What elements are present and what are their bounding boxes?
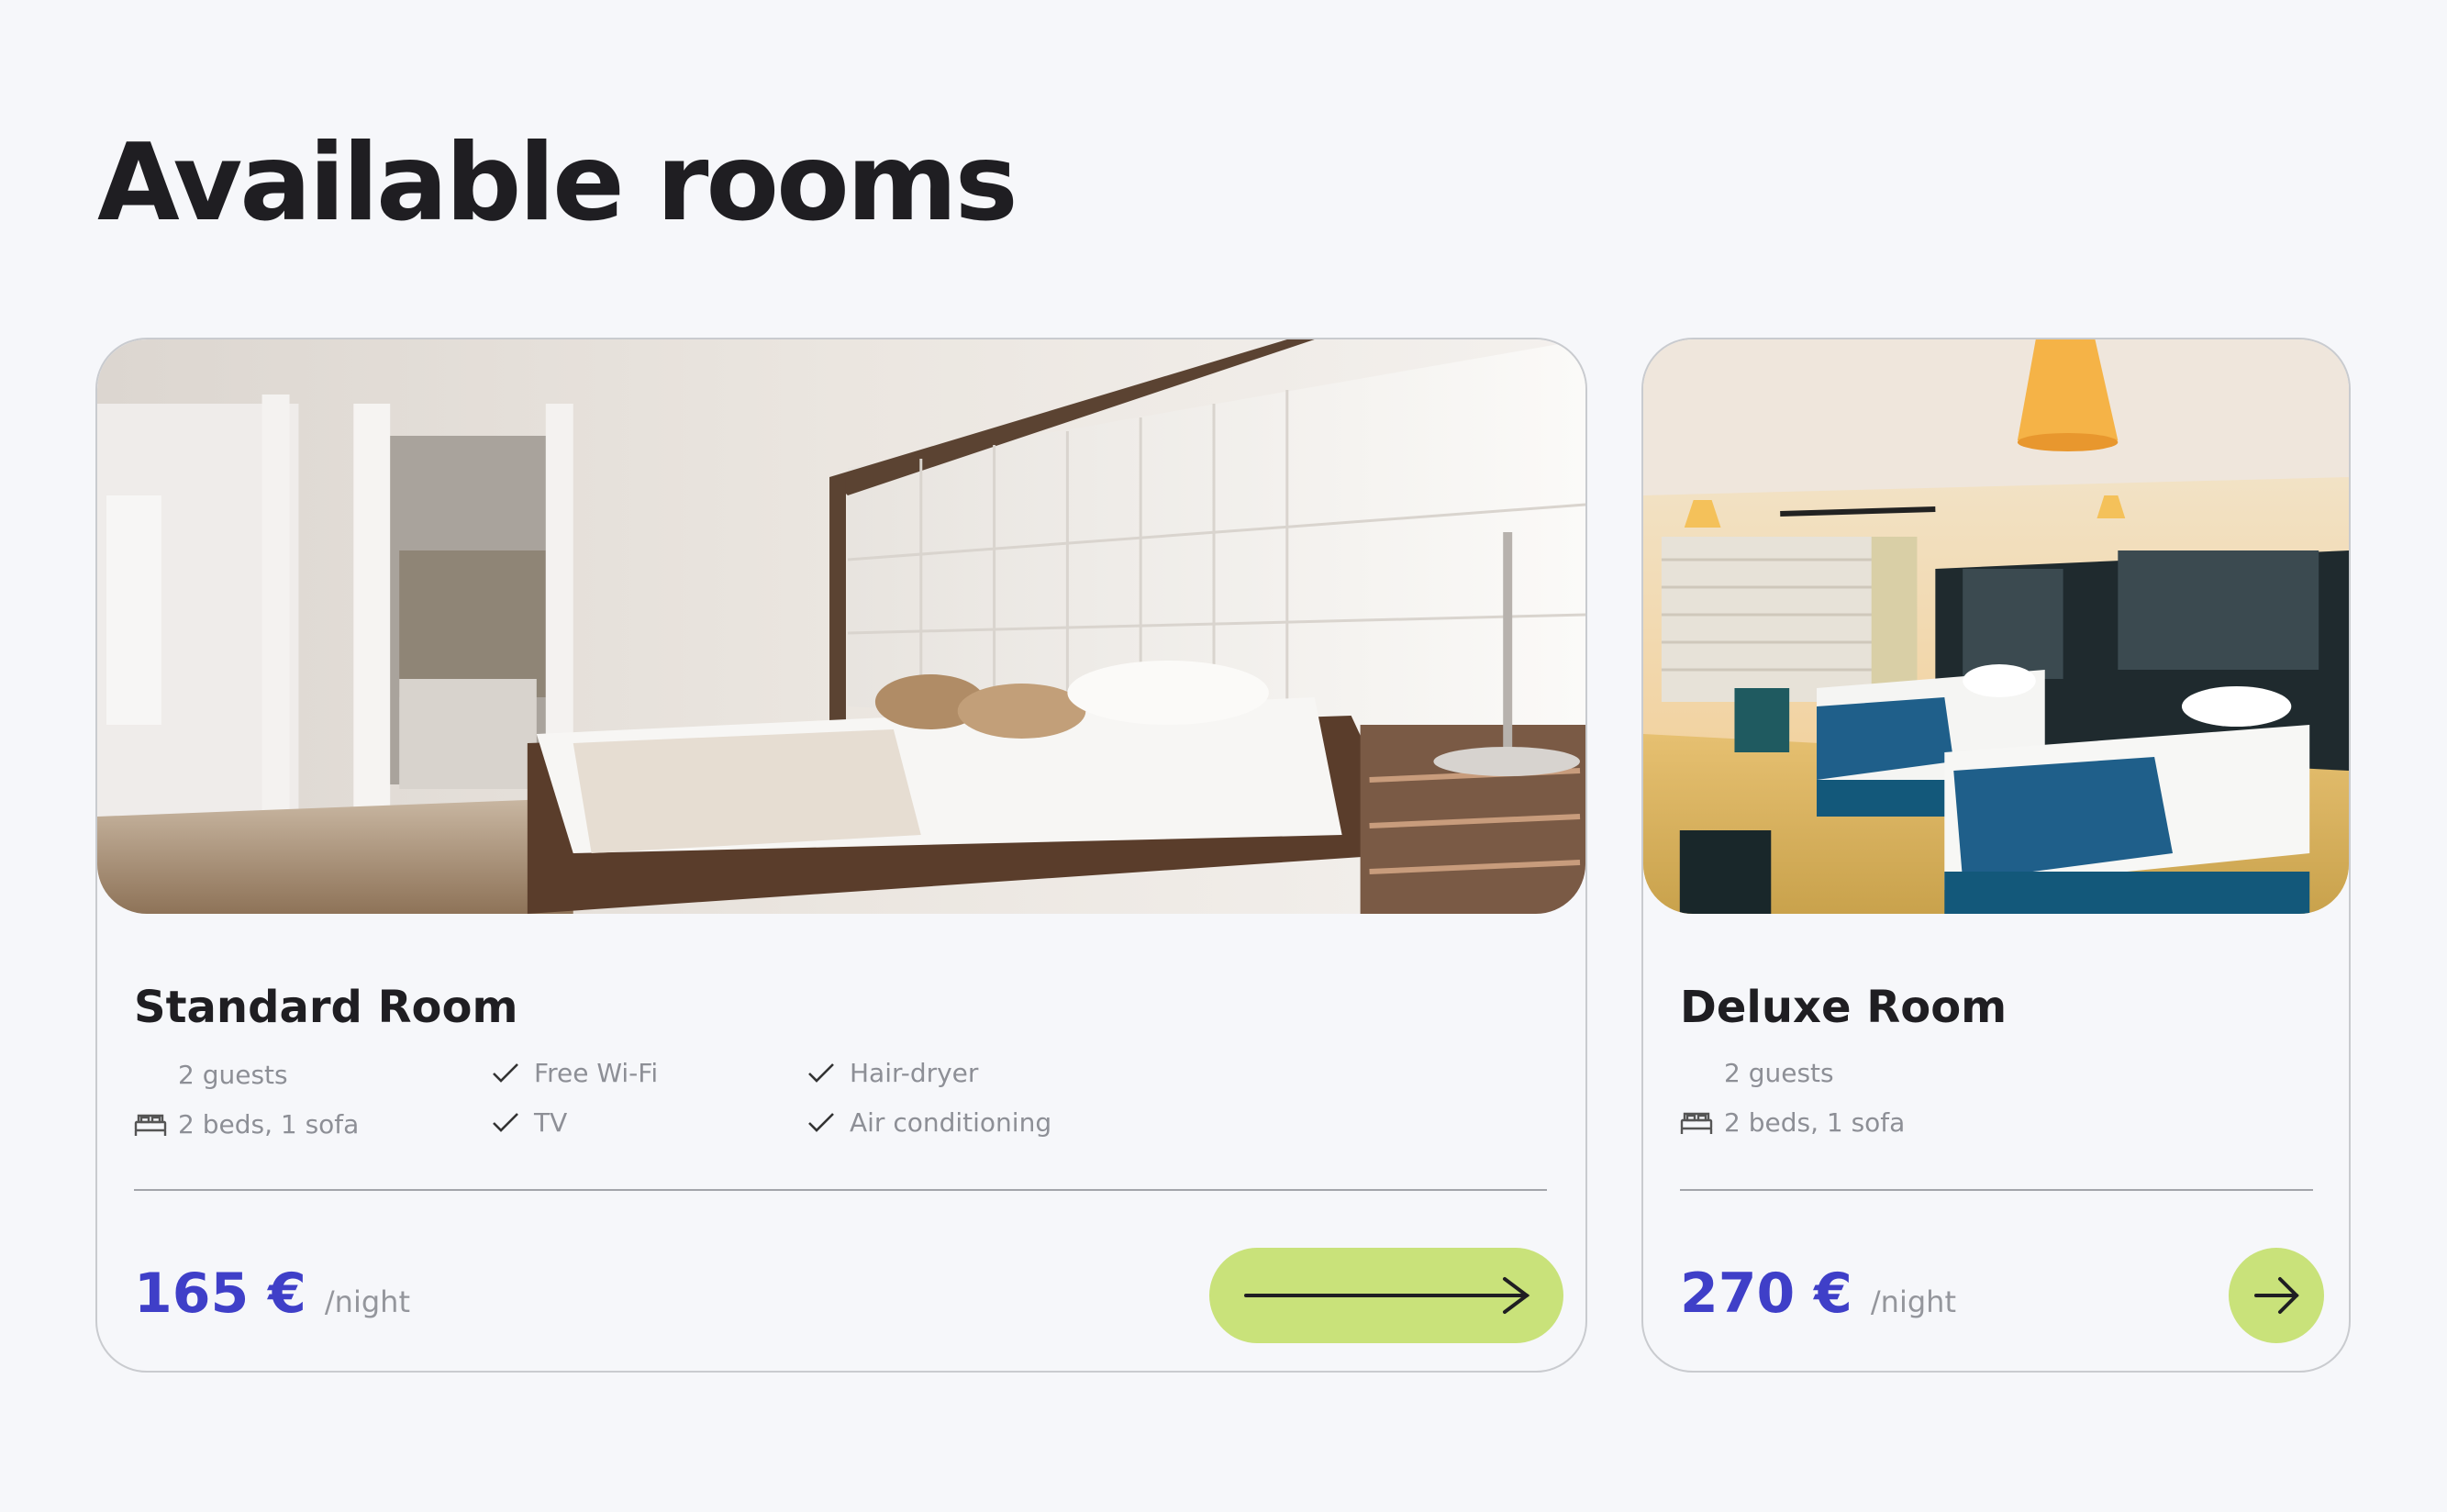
divider	[134, 1189, 1547, 1191]
guests-icon	[1680, 1061, 1713, 1086]
price-unit: /night	[1870, 1284, 1956, 1319]
amenity-label: Hair-dryer	[850, 1058, 979, 1088]
guests-label: 2 guests	[1724, 1058, 1834, 1088]
bed-icon	[1680, 1110, 1713, 1136]
check-icon	[806, 1110, 839, 1136]
price-value: 270 €	[1680, 1262, 1852, 1326]
arrow-right-icon	[1209, 1248, 1563, 1343]
price-value: 165 €	[134, 1262, 306, 1326]
check-icon	[806, 1061, 839, 1086]
amenity-label: TV	[534, 1107, 568, 1138]
amenity-item: Air conditioning	[806, 1105, 1051, 1141]
guests-feature: 2 guests	[1680, 1055, 1834, 1092]
divider	[1680, 1189, 2313, 1191]
beds-feature: 2 beds, 1 sofa	[134, 1106, 359, 1143]
room-card-deluxe[interactable]: Deluxe Room 2 guests 2 beds, 1 sofa 270 …	[1641, 338, 2351, 1373]
bed-icon	[134, 1112, 167, 1138]
page-title: Available rooms	[97, 121, 1018, 245]
room-photo-deluxe	[1643, 339, 2349, 914]
amenity-label: Free Wi-Fi	[534, 1058, 659, 1088]
guests-label: 2 guests	[178, 1060, 288, 1090]
room-photo-standard	[97, 339, 1585, 914]
guests-icon	[134, 1062, 167, 1088]
guests-feature: 2 guests	[134, 1057, 288, 1094]
room-name: Standard Room	[134, 982, 518, 1033]
arrow-right-icon	[2229, 1248, 2324, 1343]
amenity-item: Hair-dryer	[806, 1055, 978, 1092]
amenity-item: Free Wi-Fi	[490, 1055, 658, 1092]
amenity-item: TV	[490, 1105, 567, 1141]
price: 165 € /night	[134, 1257, 410, 1330]
beds-label: 2 beds, 1 sofa	[178, 1109, 360, 1140]
beds-label: 2 beds, 1 sofa	[1724, 1107, 1906, 1138]
price-unit: /night	[324, 1284, 410, 1319]
book-standard-room-button[interactable]	[1209, 1248, 1563, 1343]
book-deluxe-room-button[interactable]	[2229, 1248, 2324, 1343]
beds-feature: 2 beds, 1 sofa	[1680, 1105, 1905, 1141]
check-icon	[490, 1110, 523, 1136]
price: 270 € /night	[1680, 1257, 1956, 1330]
room-card-standard[interactable]: Standard Room 2 guests 2 beds, 1 sofa Fr…	[95, 338, 1587, 1373]
check-icon	[490, 1061, 523, 1086]
room-name: Deluxe Room	[1680, 982, 2008, 1033]
amenity-label: Air conditioning	[850, 1107, 1052, 1138]
